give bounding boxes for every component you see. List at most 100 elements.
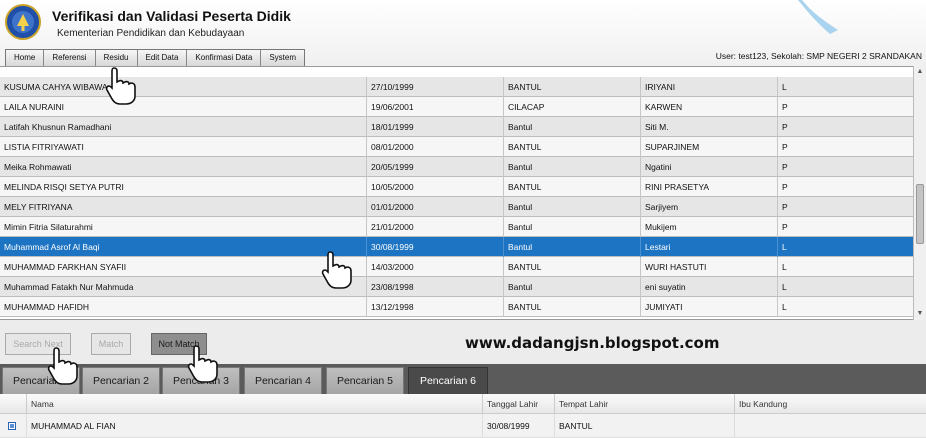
cell-nama: Latifah Khusnun Ramadhani	[4, 122, 112, 132]
cell-tanggal-lahir: 14/03/2000	[366, 257, 503, 277]
tab-pencarian-2[interactable]: Pencarian 2	[82, 367, 160, 394]
app-header: Verifikasi dan Validasi Peserta Didik Ke…	[0, 0, 926, 67]
menu-system[interactable]: System	[261, 50, 304, 66]
cell-tempat-lahir: Bantul	[503, 277, 640, 297]
cell-tempat-lahir: CILACAP	[503, 97, 640, 117]
table-row[interactable]: Mimin Fitria Silaturahmi 21/01/2000 Bantul…	[0, 217, 913, 237]
cell-jenis-kelamin: L	[777, 77, 913, 97]
cell-tempat-lahir: BANTUL	[503, 297, 640, 317]
table-row[interactable]: Muhammad Fatakh Nur Mahmuda 23/08/1998 Ban…	[0, 277, 913, 297]
cell-tempat-lahir: BANTUL	[503, 177, 640, 197]
cell-nama: LAILA NURAINI	[4, 102, 64, 112]
cell-ibu-kandung: KARWEN	[640, 97, 777, 117]
cell-nama: MELY FITRIYANA	[4, 202, 73, 212]
header-tempat-lahir[interactable]: Tempat Lahir	[554, 394, 734, 414]
cell-tanggal-lahir: 10/05/2000	[366, 177, 503, 197]
table-row[interactable]: MUHAMMAD HAFIDH 13/12/1998 BANTUL JUMIYATI L	[0, 297, 913, 317]
cell-tempat-lahir: Bantul	[503, 197, 640, 217]
menu-home[interactable]: Home	[6, 50, 45, 66]
cell-tempat-lahir: Bantul	[503, 237, 640, 257]
cell-ibu-kandung: eni suyatin	[640, 277, 777, 297]
cell-jenis-kelamin: P	[777, 197, 913, 217]
cell-jenis-kelamin: P	[777, 97, 913, 117]
tab-pencarian-4[interactable]: Pencarian 4	[244, 367, 322, 394]
result-tempat-lahir[interactable]: BANTUL	[554, 414, 734, 438]
cell-tempat-lahir: BANTUL	[503, 257, 640, 277]
menu-konfirmasi-data[interactable]: Konfirmasi Data	[187, 50, 262, 66]
cell-tanggal-lahir: 01/01/2000	[366, 197, 503, 217]
cell-ibu-kandung: SUPARJINEM	[640, 137, 777, 157]
cell-jenis-kelamin: P	[777, 137, 913, 157]
cell-ibu-kandung: Mukijem	[640, 217, 777, 237]
cell-ibu-kandung: IRIYANI	[640, 77, 777, 97]
cell-tanggal-lahir: 21/01/2000	[366, 217, 503, 237]
table-row[interactable]: MUHAMMAD FARKHAN SYAFII 14/03/2000 BANTUL W…	[0, 257, 913, 277]
table-row[interactable]: Meika Rohmawati 20/05/1999 Bantul Ngatini P	[0, 157, 913, 177]
tab-pencarian-6[interactable]: Pencarian 6	[408, 367, 488, 394]
header-ibu-kandung[interactable]: Ibu Kandung	[734, 394, 926, 414]
hand-cursor-icon	[321, 251, 352, 289]
cell-tanggal-lahir: 13/12/1998	[366, 297, 503, 317]
table-row[interactable]: MELY FITRIYANA 01/01/2000 Bantul Sarjiyem P	[0, 197, 913, 217]
cell-tempat-lahir: Bantul	[503, 157, 640, 177]
cell-tanggal-lahir: 27/10/1999	[366, 77, 503, 97]
scroll-up-icon[interactable]: ▲	[916, 67, 924, 76]
cell-nama: LISTIA FITRIYAWATI	[4, 142, 84, 152]
search-tabs-bar: Pencarian 1 Pencarian 2 Pencarian 3 Penc…	[0, 364, 926, 394]
cell-nama: MUHAMMAD FARKHAN SYAFII	[4, 262, 127, 272]
cell-tempat-lahir: BANTUL	[503, 137, 640, 157]
menu-referensi[interactable]: Referensi	[44, 50, 96, 66]
cell-jenis-kelamin: P	[777, 117, 913, 137]
cell-tempat-lahir: BANTUL	[503, 77, 640, 97]
table-row[interactable]: MELINDA RISQI SETYA PUTRI 10/05/2000 BANTU…	[0, 177, 913, 197]
row-checkbox[interactable]	[8, 422, 16, 430]
scroll-down-icon[interactable]: ▼	[916, 309, 924, 318]
cell-tempat-lahir: Bantul	[503, 217, 640, 237]
cell-nama: Meika Rohmawati	[4, 162, 72, 172]
cell-jenis-kelamin: P	[777, 157, 913, 177]
cell-nama: Muhammad Asrof Al Baqi	[4, 242, 100, 252]
cell-tanggal-lahir: 30/08/1999	[366, 237, 503, 257]
result-nama[interactable]: MUHAMMAD AL FIAN	[26, 414, 482, 438]
hand-cursor-icon	[187, 345, 218, 383]
match-button[interactable]: Match	[91, 333, 131, 355]
header-nama[interactable]: Nama	[26, 394, 482, 414]
main-menu: Home Referensi Residu Edit Data Konfirma…	[5, 49, 305, 67]
result-ibu-kandung[interactable]	[734, 414, 926, 438]
tab-pencarian-5[interactable]: Pencarian 5	[326, 367, 404, 394]
cell-ibu-kandung: Ngatini	[640, 157, 777, 177]
watermark-text: www.dadangjsn.blogspot.com	[465, 334, 720, 352]
scroll-thumb[interactable]	[916, 184, 924, 244]
row-select-cell	[0, 414, 26, 438]
hand-cursor-icon	[47, 347, 78, 385]
cell-nama: MUHAMMAD HAFIDH	[4, 302, 89, 312]
user-info: User: test123, Sekolah: SMP NEGERI 2 SRA…	[715, 51, 922, 61]
header-tanggal-lahir[interactable]: Tanggal Lahir	[482, 394, 554, 414]
cell-tanggal-lahir: 20/05/1999	[366, 157, 503, 177]
table-row-selected[interactable]: Muhammad Asrof Al Baqi 30/08/1999 Bantul Le…	[0, 237, 913, 257]
hand-cursor-icon	[105, 67, 136, 105]
cell-ibu-kandung: JUMIYATI	[640, 297, 777, 317]
cell-nama: MELINDA RISQI SETYA PUTRI	[4, 182, 124, 192]
cell-jenis-kelamin: P	[777, 177, 913, 197]
cell-ibu-kandung: WURI HASTUTI	[640, 257, 777, 277]
cell-tanggal-lahir: 23/08/1998	[366, 277, 503, 297]
cell-tanggal-lahir: 08/01/2000	[366, 137, 503, 157]
menu-residu[interactable]: Residu	[95, 50, 138, 66]
cell-ibu-kandung: Lestari	[640, 237, 777, 257]
menu-edit-data[interactable]: Edit Data	[137, 50, 188, 66]
cell-jenis-kelamin: L	[777, 257, 913, 277]
cell-ibu-kandung: Siti M.	[640, 117, 777, 137]
cell-nama: Muhammad Fatakh Nur Mahmuda	[4, 282, 134, 292]
cell-jenis-kelamin: L	[777, 297, 913, 317]
table-row[interactable]: Latifah Khusnun Ramadhani 18/01/1999 Bantu…	[0, 117, 913, 137]
tut-wuri-handayani-logo-icon	[5, 4, 41, 40]
app-subtitle: Kementerian Pendidikan dan Kebudayaan	[57, 28, 245, 39]
table-scrollbar[interactable]: ▲ ▼	[913, 66, 926, 320]
table-row[interactable]: LISTIA FITRIYAWATI 08/01/2000 BANTUL SUPARJ…	[0, 137, 913, 157]
app-title: Verifikasi dan Validasi Peserta Didik	[52, 8, 291, 24]
result-tanggal-lahir[interactable]: 30/08/1999	[482, 414, 554, 438]
cell-tempat-lahir: Bantul	[503, 117, 640, 137]
cell-nama: Mimin Fitria Silaturahmi	[4, 222, 93, 232]
cell-jenis-kelamin: P	[777, 217, 913, 237]
